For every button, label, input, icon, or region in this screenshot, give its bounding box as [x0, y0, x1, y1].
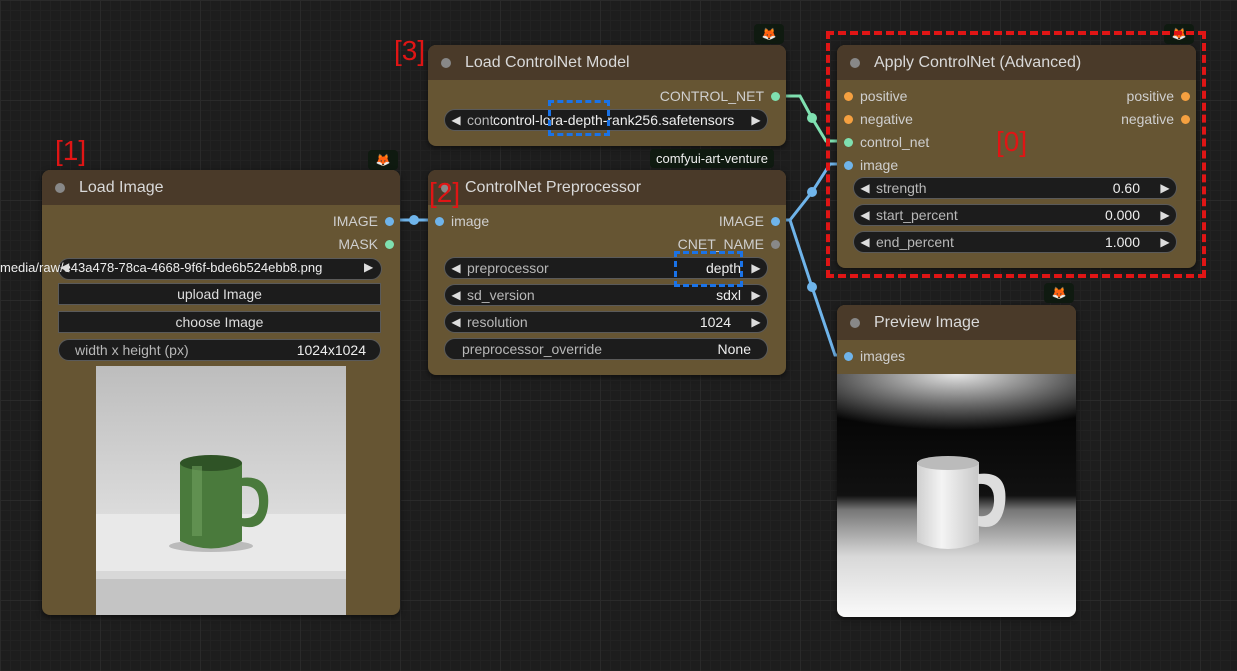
arrow-left-icon[interactable]: ◀ — [445, 261, 467, 275]
annotation-1: [1] — [55, 135, 87, 166]
output-image[interactable]: IMAGE — [333, 213, 394, 229]
arrow-left-icon[interactable]: ◀ — [445, 113, 467, 127]
widget-label: preprocessor_override — [462, 341, 603, 357]
widget-label: preprocessor — [467, 260, 549, 276]
output-label: IMAGE — [718, 213, 764, 229]
input-dot-icon[interactable] — [844, 351, 853, 361]
node-title: Load ControlNet Model — [465, 53, 630, 71]
node-title-bar[interactable]: Load ControlNet Model — [428, 45, 786, 80]
arrow-right-icon[interactable]: ▶ — [745, 288, 767, 302]
arrow-left-icon[interactable]: ◀ — [445, 315, 467, 329]
widget-value: None — [717, 341, 751, 357]
output-dot-icon[interactable] — [771, 216, 780, 226]
node-title-bar[interactable]: ControlNet Preprocessor — [428, 170, 786, 205]
node-title: ControlNet Preprocessor — [465, 178, 642, 196]
output-image[interactable]: IMAGE — [719, 213, 780, 229]
arrow-right-icon[interactable]: ▶ — [364, 260, 373, 274]
preprocessor-override-widget[interactable]: preprocessor_override None — [444, 338, 768, 360]
widget-label: width x height (px) — [75, 342, 189, 358]
widget-value: control-lora-depth-rank256.safetensors — [493, 112, 735, 128]
resolution-widget[interactable]: ◀ resolution 1024 ▶ — [444, 311, 768, 333]
output-dot-icon[interactable] — [771, 91, 780, 101]
node-title: Preview Image — [874, 313, 980, 331]
widget-value: 1024 — [699, 314, 731, 330]
highlight-box — [548, 100, 610, 136]
widget-label: resolution — [467, 314, 528, 330]
preview-image-node[interactable]: Preview Image images — [837, 305, 1076, 617]
widget-label: sd_version — [467, 287, 535, 303]
fox-icon: 🦊 — [1044, 283, 1074, 303]
load-image-node[interactable]: Load Image IMAGE MASK upload Image choos… — [42, 170, 400, 615]
input-label: images — [860, 348, 906, 364]
annotation-2: [2] — [429, 177, 461, 208]
output-label: MASK — [338, 236, 378, 252]
output-label: CONTROL_NET — [659, 88, 764, 104]
widget-value: 1024x1024 — [296, 342, 366, 358]
depth-map-image — [837, 374, 1076, 617]
arrow-right-icon[interactable]: ▶ — [745, 315, 767, 329]
output-dot-icon[interactable] — [385, 239, 394, 249]
output-dot-icon[interactable] — [771, 239, 780, 249]
depth-preview — [837, 374, 1076, 617]
widget-value: sdxl — [716, 287, 741, 303]
fox-icon: 🦊 — [754, 24, 784, 44]
input-label: image — [451, 213, 490, 229]
arrow-right-icon[interactable]: ▶ — [745, 113, 767, 127]
upload-image-button[interactable]: upload Image — [58, 283, 381, 305]
size-widget[interactable]: width x height (px) 1024x1024 — [58, 339, 381, 361]
output-control-net[interactable]: CONTROL_NET — [660, 88, 780, 104]
output-mask[interactable]: MASK — [338, 236, 394, 252]
widget-label: cont — [467, 112, 494, 128]
node-source-tag: comfyui-art-venture — [650, 149, 774, 168]
highlight-box — [674, 251, 743, 287]
arrow-left-icon[interactable]: ◀ — [445, 288, 467, 302]
input-dot-icon[interactable] — [435, 216, 444, 226]
input-image[interactable]: image — [435, 213, 489, 229]
node-dot-icon[interactable] — [55, 182, 65, 193]
output-cnet-name[interactable]: CNET_NAME — [678, 236, 780, 252]
output-label: CNET_NAME — [677, 236, 764, 252]
image-filename: media/raw/e43a478-78ca-4668-9f6f-bde6b52… — [0, 260, 323, 275]
arrow-right-icon[interactable]: ▶ — [745, 261, 767, 275]
output-dot-icon[interactable] — [385, 216, 394, 226]
node-title-bar[interactable]: Preview Image — [837, 305, 1076, 340]
fox-icon: 🦊 — [368, 150, 398, 170]
output-label: IMAGE — [332, 213, 378, 229]
sd-version-widget[interactable]: ◀ sd_version sdxl ▶ — [444, 284, 768, 306]
node-title-bar[interactable]: Load Image — [42, 170, 400, 205]
input-images[interactable]: images — [844, 348, 905, 364]
annotation-3: [3] — [394, 35, 426, 66]
arrow-left-icon[interactable]: ◀ — [60, 260, 69, 274]
annotation-0: [0] — [996, 126, 1028, 157]
image-preview — [96, 366, 346, 615]
node-title: Load Image — [79, 178, 164, 196]
node-dot-icon[interactable] — [441, 57, 451, 68]
mug-photo — [96, 366, 346, 615]
node-dot-icon[interactable] — [850, 317, 860, 328]
choose-image-button[interactable]: choose Image — [58, 311, 381, 333]
